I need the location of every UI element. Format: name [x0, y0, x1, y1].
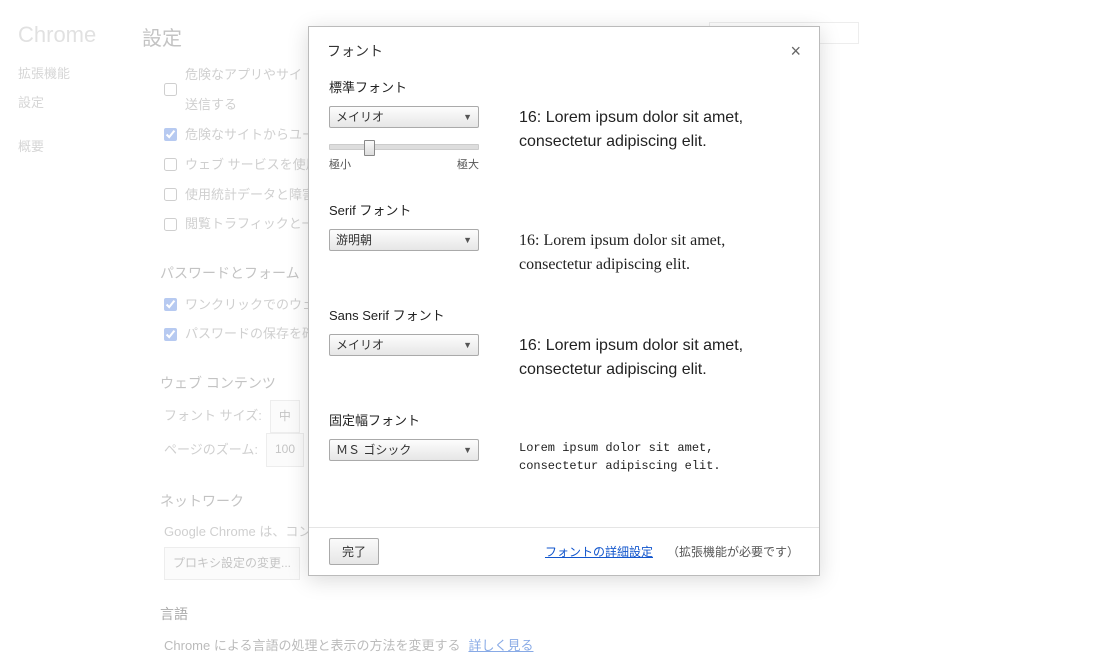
serif-font-label: Serif フォント [329, 200, 799, 219]
lang-desc: Chrome による言語の処理と表示の方法を変更する [164, 631, 460, 660]
mono-font-select[interactable]: ＭＳ ゴシック [329, 439, 479, 461]
sans-font-select[interactable]: メイリオ [329, 334, 479, 356]
dialog-body: 標準フォント メイリオ 極小 極大 16: Lorem ipsum dolor s… [309, 71, 819, 527]
mono-font-preview: Lorem ipsum dolor sit amet, consectetur … [519, 439, 789, 475]
sans-font-preview: 16: Lorem ipsum dolor sit amet, consecte… [519, 334, 789, 382]
standard-font-select[interactable]: メイリオ [329, 106, 479, 128]
sans-font-label: Sans Serif フォント [329, 305, 799, 324]
serif-font-preview: 16: Lorem ipsum dolor sit amet, consecte… [519, 229, 789, 277]
slider-min-label: 極小 [329, 156, 351, 172]
font-dialog: フォント × 標準フォント メイリオ 極小 極大 16: Lorem ipsum … [308, 26, 820, 576]
standard-font-preview: 16: Lorem ipsum dolor sit amet, consecte… [519, 106, 789, 154]
footer-note: （拡張機能が必要です） [667, 543, 799, 560]
font-size-slider[interactable] [329, 144, 479, 150]
standard-font-label: 標準フォント [329, 77, 799, 96]
dialog-title: フォント [327, 41, 383, 61]
done-button[interactable]: 完了 [329, 538, 379, 565]
serif-font-select[interactable]: 游明朝 [329, 229, 479, 251]
close-icon[interactable]: × [790, 42, 801, 60]
advanced-font-link[interactable]: フォントの詳細設定 [545, 543, 653, 560]
learn-more-link[interactable]: 詳しく見る [468, 631, 533, 660]
slider-thumb[interactable] [364, 140, 375, 156]
mono-font-label: 固定幅フォント [329, 410, 799, 429]
slider-max-label: 極大 [457, 156, 479, 172]
